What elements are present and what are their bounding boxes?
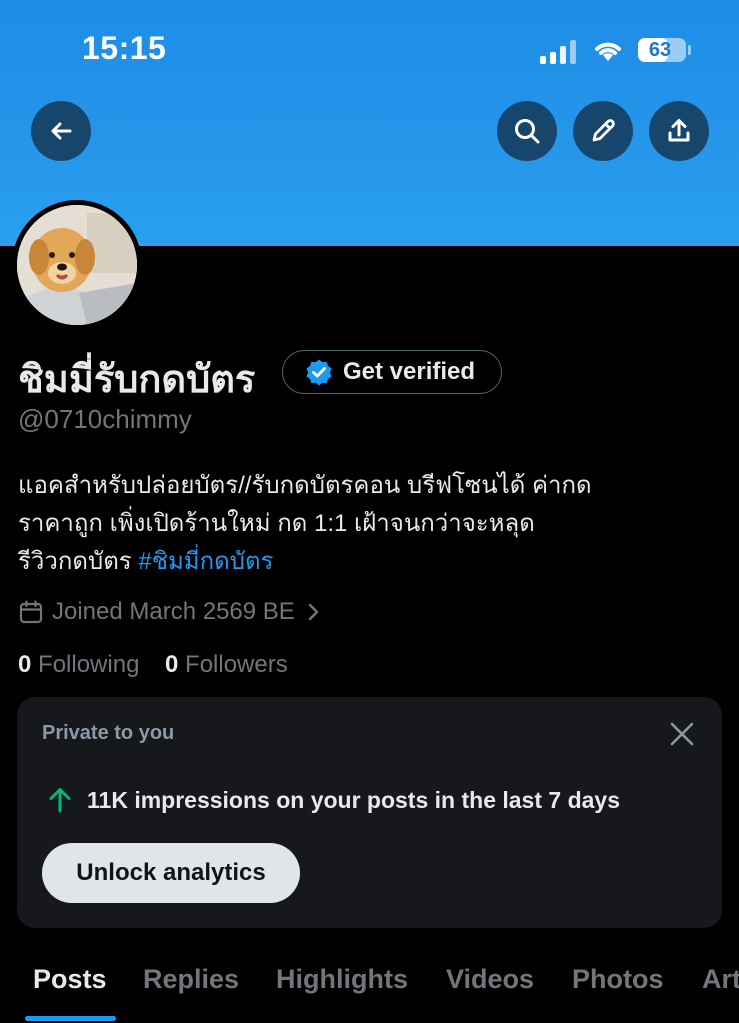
card-title: Private to you [42, 722, 175, 744]
status-time: 15:15 [82, 30, 167, 66]
cellular-signal-icon [540, 40, 578, 64]
close-icon[interactable] [667, 719, 697, 749]
share-icon [668, 119, 690, 142]
tab-highlights[interactable]: Highlights [276, 964, 408, 995]
followers-link[interactable]: 0 Followers [165, 651, 288, 679]
avatar-photo [17, 205, 137, 325]
back-button[interactable] [31, 101, 91, 161]
following-link[interactable]: 0 Following [18, 651, 139, 679]
arrow-up-icon [49, 788, 71, 813]
chevron-right-icon [308, 603, 319, 621]
share-button[interactable] [649, 101, 709, 161]
tab-videos[interactable]: Videos [446, 964, 534, 995]
following-count: 0 [18, 651, 32, 678]
bio-text: รีวิวกดบัตร [18, 548, 139, 575]
get-verified-button[interactable]: Get verified [282, 350, 502, 394]
profile-name: ชิมมี่รับกดบัตร [18, 359, 256, 401]
search-button[interactable] [497, 101, 557, 161]
edit-button[interactable] [573, 101, 633, 161]
unlock-analytics-button[interactable]: Unlock analytics [42, 843, 300, 903]
followers-count: 0 [165, 651, 179, 678]
joined-label: Joined March 2569 BE [52, 598, 295, 625]
tab-art[interactable]: Art [702, 964, 739, 995]
impressions-text: 11K impressions on your posts in the las… [87, 786, 620, 813]
bio-line: ราคาถูก เพิ่งเปิดร้านใหม่ กด 1:1 เฝ้าจนก… [18, 510, 535, 537]
profile-tabs: Posts Replies Highlights Videos Photos A… [0, 960, 739, 1023]
bio-line: แอคสำหรับปล่อยบัตร//รับกดบัตรคอน บรีฟโซน… [18, 472, 592, 499]
tab-posts[interactable]: Posts [33, 964, 107, 995]
battery-nub [688, 45, 691, 55]
analytics-card: Private to you 11K impressions on your p… [17, 697, 722, 928]
following-label: Following [38, 651, 140, 678]
arrow-left-icon [51, 122, 72, 140]
battery-percent: 63 [648, 39, 672, 61]
joined-date[interactable]: Joined March 2569 BE [18, 596, 329, 628]
pencil-icon [592, 119, 615, 142]
active-tab-indicator [25, 1016, 116, 1021]
status-bar: 15:15 63 [0, 0, 739, 100]
wifi-icon [595, 42, 621, 61]
verified-badge-icon [306, 359, 332, 386]
tab-photos[interactable]: Photos [572, 964, 664, 995]
calendar-icon [19, 600, 43, 624]
profile-handle: @0710chimmy [18, 404, 192, 434]
impressions-stat: 11K impressions on your posts in the las… [47, 786, 620, 814]
tab-replies[interactable]: Replies [143, 964, 239, 995]
bio-line: รีวิวกดบัตร #ชิมมี่กดบัตร [18, 543, 718, 581]
profile-avatar[interactable] [12, 200, 142, 330]
battery-indicator: 63 [638, 38, 686, 62]
bio-hashtag-link[interactable]: #ชิมมี่กดบัตร [138, 548, 273, 575]
search-icon [515, 119, 540, 144]
profile-bio: แอคสำหรับปล่อยบัตร//รับกดบัตรคอน บรีฟโซน… [18, 467, 718, 581]
get-verified-label: Get verified [343, 358, 476, 385]
dog-avatar-illustration [17, 205, 137, 325]
followers-label: Followers [185, 651, 288, 678]
